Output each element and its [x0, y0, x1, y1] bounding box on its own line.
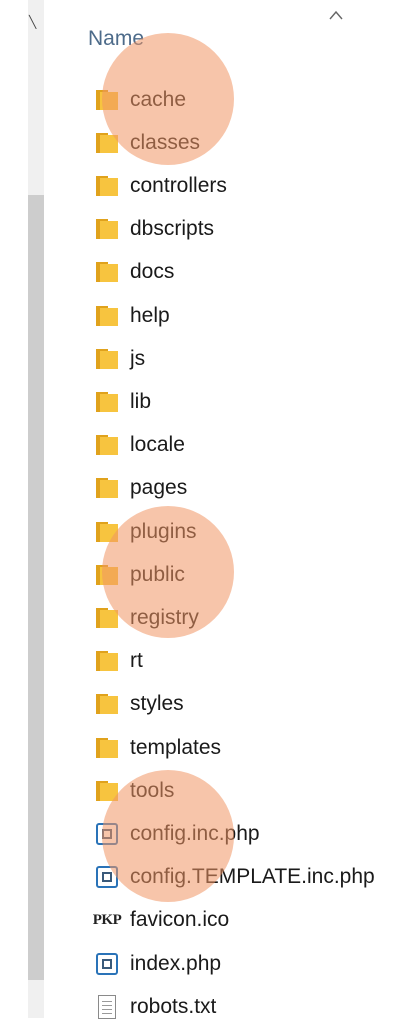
file-name: controllers: [130, 173, 227, 197]
file-row[interactable]: registry: [60, 596, 398, 639]
file-name: docs: [130, 260, 175, 284]
file-name: config.inc.php: [130, 821, 260, 845]
file-name: templates: [130, 735, 222, 759]
file-name: public: [130, 562, 185, 586]
file-name: config.TEMPLATE.inc.php: [130, 865, 375, 889]
folder-icon: [93, 215, 121, 243]
file-name: cache: [130, 87, 187, 111]
folder-icon: [93, 647, 121, 675]
file-name: styles: [130, 692, 184, 716]
file-name: js: [130, 346, 146, 370]
php-file-icon: [93, 950, 121, 978]
folder-icon: [93, 518, 121, 546]
file-row[interactable]: styles: [60, 683, 398, 726]
file-name: favicon.ico: [130, 908, 230, 932]
file-row[interactable]: tools: [60, 769, 398, 812]
scrollbar-thumb[interactable]: [28, 195, 44, 980]
file-row[interactable]: plugins: [60, 510, 398, 553]
folder-icon: [93, 172, 121, 200]
file-name: classes: [130, 130, 201, 154]
file-name: tools: [130, 778, 175, 802]
resize-corner-icon: ╲: [29, 15, 37, 29]
folder-icon: [93, 388, 121, 416]
file-row[interactable]: help: [60, 294, 398, 337]
file-name: lib: [130, 389, 152, 413]
file-row[interactable]: public: [60, 553, 398, 596]
file-row[interactable]: controllers: [60, 164, 398, 207]
folder-icon: [93, 777, 121, 805]
file-name: plugins: [130, 519, 197, 543]
file-row[interactable]: rt: [60, 640, 398, 683]
file-name: robots.txt: [130, 994, 217, 1018]
folder-icon: [93, 690, 121, 718]
file-row[interactable]: robots.txt: [60, 985, 398, 1028]
folder-icon: [93, 345, 121, 373]
file-row[interactable]: lib: [60, 380, 398, 423]
name-column-header[interactable]: Name: [88, 27, 144, 51]
file-row[interactable]: config.inc.php: [60, 812, 398, 855]
file-row[interactable]: classes: [60, 121, 398, 164]
file-name: locale: [130, 433, 185, 457]
text-file-icon: [93, 993, 121, 1021]
php-file-icon: [93, 863, 121, 891]
folder-icon: [93, 561, 121, 589]
file-row[interactable]: locale: [60, 424, 398, 467]
file-name: help: [130, 303, 170, 327]
sort-ascending-icon[interactable]: [328, 8, 344, 22]
file-name: registry: [130, 605, 199, 629]
php-file-icon: [93, 820, 121, 848]
file-name: dbscripts: [130, 217, 215, 241]
folder-icon: [93, 474, 121, 502]
file-row[interactable]: pages: [60, 467, 398, 510]
file-row[interactable]: cache: [60, 78, 398, 121]
pkp-icon: PKP: [92, 911, 122, 928]
folder-icon: [93, 258, 121, 286]
file-row[interactable]: PKP favicon.ico: [60, 899, 398, 942]
folder-icon: [93, 86, 121, 114]
folder-icon: [93, 302, 121, 330]
folder-icon: [93, 604, 121, 632]
folder-icon: [93, 734, 121, 762]
file-name: rt: [130, 649, 143, 673]
file-row[interactable]: js: [60, 337, 398, 380]
file-row[interactable]: config.TEMPLATE.inc.php: [60, 856, 398, 899]
file-name: index.php: [130, 951, 222, 975]
file-row[interactable]: docs: [60, 251, 398, 294]
file-row[interactable]: index.php: [60, 942, 398, 985]
folder-icon: [93, 431, 121, 459]
file-row[interactable]: dbscripts: [60, 208, 398, 251]
file-row[interactable]: templates: [60, 726, 398, 769]
folder-icon: [93, 129, 121, 157]
file-name: pages: [130, 476, 188, 500]
